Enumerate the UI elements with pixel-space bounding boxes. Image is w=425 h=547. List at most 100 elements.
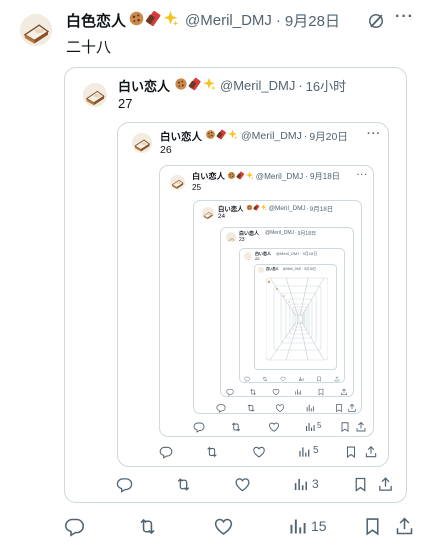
chocolate-emoji-icon xyxy=(216,129,227,143)
sparkles-emoji-icon xyxy=(202,77,216,94)
views-icon[interactable] xyxy=(297,445,311,459)
user-handle[interactable]: @Meril_DMJ xyxy=(185,12,272,29)
quoted-tweet-header: 白い恋人 @Meril_DMJ · 9月18日 xyxy=(255,250,317,257)
retweet-icon[interactable] xyxy=(175,476,192,493)
like-icon[interactable] xyxy=(213,516,234,537)
timestamp: 9月18日 xyxy=(297,230,316,237)
bookmark-icon[interactable] xyxy=(334,403,344,413)
share-icon[interactable] xyxy=(377,476,394,493)
views-icon[interactable] xyxy=(294,388,302,396)
share-icon[interactable] xyxy=(394,516,415,537)
reply-icon[interactable] xyxy=(216,403,226,413)
action-bar: 15 xyxy=(0,515,425,539)
reply-icon[interactable] xyxy=(159,445,173,459)
sparkles-emoji-icon xyxy=(245,171,254,182)
retweet-icon[interactable] xyxy=(249,388,257,396)
like-icon[interactable] xyxy=(272,388,280,396)
reply-icon[interactable] xyxy=(64,516,85,537)
retweet-icon[interactable] xyxy=(137,516,158,537)
tweet-text: 二十八 xyxy=(66,39,112,56)
more-options-icon[interactable]: ··· xyxy=(367,128,381,140)
bookmark-icon[interactable] xyxy=(344,445,358,459)
share-icon[interactable] xyxy=(334,376,340,382)
display-name[interactable]: 白い恋人 xyxy=(266,266,279,271)
chocolate-emoji-icon xyxy=(253,204,260,213)
nested-quote-tunnel xyxy=(265,276,329,362)
bookmark-icon[interactable] xyxy=(317,388,325,396)
user-handle: @Meril_DMJ xyxy=(241,130,302,142)
bookmark-icon[interactable] xyxy=(316,376,322,382)
avatar[interactable] xyxy=(244,252,252,260)
views-icon[interactable] xyxy=(298,376,304,382)
views-icon[interactable] xyxy=(305,403,315,413)
share-icon[interactable] xyxy=(340,388,348,396)
sparkles-emoji-icon xyxy=(227,129,238,143)
views-count: 3 xyxy=(312,477,319,491)
cookie-emoji-icon xyxy=(205,129,216,143)
quoted-tweet-text: 24 xyxy=(218,213,226,220)
avatar[interactable] xyxy=(170,175,185,190)
reply-icon[interactable] xyxy=(226,388,234,396)
action-bar: 3 xyxy=(64,475,407,495)
grok-icon[interactable] xyxy=(366,11,386,31)
reply-icon[interactable] xyxy=(244,376,250,382)
like-icon[interactable] xyxy=(268,421,280,433)
like-icon[interactable] xyxy=(275,403,285,413)
quoted-tweet-text: 27 xyxy=(118,96,133,111)
display-name[interactable]: 白色恋人 xyxy=(66,10,126,31)
views-count: 5 xyxy=(313,445,319,456)
views-icon[interactable] xyxy=(304,421,316,433)
more-options-icon[interactable]: ··· xyxy=(395,8,414,26)
timestamp[interactable]: 9月28日 xyxy=(285,10,340,31)
display-name[interactable]: 白い恋人 xyxy=(192,170,225,182)
separator: · xyxy=(302,266,304,271)
avatar[interactable] xyxy=(258,267,264,273)
sparkles-emoji-icon xyxy=(162,10,179,31)
quoted-tweet-header: 白い恋人 @Meril_DMJ · 16小时 xyxy=(118,76,346,94)
share-icon[interactable] xyxy=(347,403,357,413)
like-icon[interactable] xyxy=(252,445,266,459)
bookmark-icon[interactable] xyxy=(339,421,351,433)
avatar[interactable] xyxy=(20,14,52,46)
avatar[interactable] xyxy=(202,207,214,219)
action-bar xyxy=(193,402,362,414)
retweet-icon[interactable] xyxy=(205,445,219,459)
avatar[interactable] xyxy=(83,83,107,107)
user-handle: @Meril_DMJ xyxy=(220,77,296,93)
views-count: 5 xyxy=(317,421,322,430)
separator: · xyxy=(303,130,308,142)
reply-icon[interactable] xyxy=(116,476,133,493)
bookmark-icon[interactable] xyxy=(362,516,383,537)
quoted-tweet-text: 26 xyxy=(160,144,172,156)
bookmark-icon[interactable] xyxy=(352,476,369,493)
tweet-header: 白色恋人 @Meril_DMJ · 9月28日 xyxy=(66,10,340,30)
avatar[interactable] xyxy=(132,133,152,153)
retweet-icon[interactable] xyxy=(230,421,242,433)
timestamp: 16小时 xyxy=(305,78,347,94)
share-icon[interactable] xyxy=(355,421,367,433)
separator: · xyxy=(300,251,302,256)
display-name[interactable]: 白い恋人 xyxy=(218,204,244,213)
quoted-tweet-header: 白い恋人 @Meril_DMJ · 9月20日 xyxy=(160,128,348,144)
display-name[interactable]: 白い恋人 xyxy=(118,76,170,95)
display-name[interactable]: 白い恋人 xyxy=(239,230,259,237)
separator: · xyxy=(306,204,309,212)
reply-icon[interactable] xyxy=(193,421,205,433)
share-icon[interactable] xyxy=(364,445,378,459)
like-icon[interactable] xyxy=(280,376,286,382)
more-options-icon[interactable]: ··· xyxy=(357,170,368,179)
retweet-icon[interactable] xyxy=(262,376,268,382)
quoted-tweet-header: 白い恋人 @Meril_DMJ · 9月18日 xyxy=(192,170,340,182)
timestamp: 9月18日 xyxy=(302,250,318,256)
retweet-icon[interactable] xyxy=(246,403,256,413)
avatar[interactable] xyxy=(226,232,236,242)
separator: · xyxy=(305,171,308,181)
display-name[interactable]: 白い恋人 xyxy=(160,129,202,144)
views-icon[interactable] xyxy=(287,516,308,537)
quoted-tweet-header: 白い恋人 @Meril_DMJ · 9月18日 xyxy=(218,203,333,213)
views-icon[interactable] xyxy=(292,476,309,493)
sparkles-emoji-icon xyxy=(260,204,267,213)
like-icon[interactable] xyxy=(234,476,251,493)
cookie-emoji-icon xyxy=(227,171,236,182)
quoted-tweet-text: 22 xyxy=(255,256,260,261)
